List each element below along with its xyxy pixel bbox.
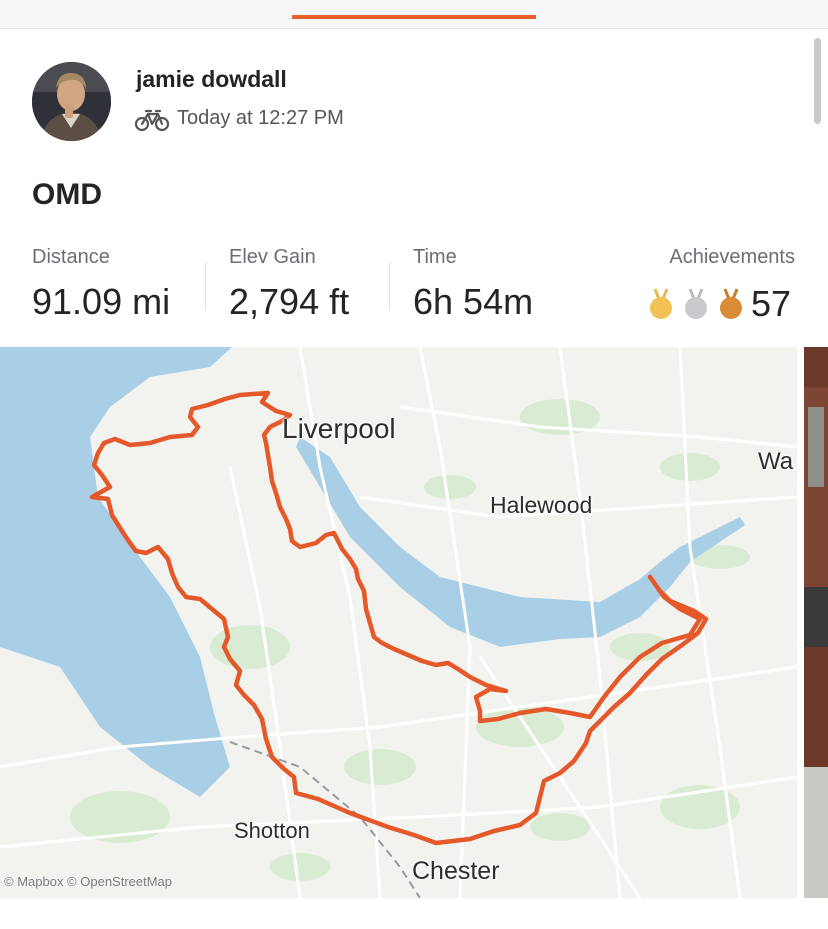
- place-label-wa: Wa: [758, 448, 794, 475]
- time-value: 6h 54m: [413, 281, 534, 322]
- stat-distance: Distance 91.09 mi: [32, 246, 170, 323]
- activity-timestamp: Today at 12:27 PM: [177, 107, 344, 129]
- active-tab-indicator: [292, 15, 536, 19]
- next-media-thumbnail[interactable]: [804, 347, 828, 898]
- achievements[interactable]: 57: [648, 283, 792, 324]
- time-label: Time: [413, 246, 457, 268]
- scrollbar[interactable]: [814, 38, 821, 124]
- map-canvas: [0, 347, 797, 898]
- activity-title[interactable]: OMD: [32, 178, 102, 212]
- achievements-count: 57: [751, 283, 792, 324]
- athlete-name[interactable]: jamie dowdall: [136, 66, 287, 93]
- stat-elev-gain: Elev Gain 2,794 ft: [229, 246, 349, 323]
- bike-icon: [135, 109, 169, 132]
- place-label-liverpool: Liverpool: [282, 413, 396, 444]
- avatar-image: [32, 62, 111, 141]
- achievements-label: Achievements: [669, 246, 795, 268]
- route-map[interactable]: Liverpool Halewood Wa Shotton Chester: [0, 347, 797, 898]
- stat-time: Time 6h 54m: [413, 246, 533, 323]
- top-tab-bar: [0, 0, 828, 29]
- place-label-halewood: Halewood: [490, 492, 593, 518]
- silver-medal-icon: [685, 288, 707, 319]
- elev-gain-label: Elev Gain: [229, 246, 316, 268]
- place-label-chester: Chester: [412, 857, 500, 885]
- stat-divider: [205, 262, 206, 310]
- distance-value: 91.09 mi: [32, 281, 171, 322]
- bronze-medal-icon: [720, 288, 742, 319]
- place-label-shotton: Shotton: [234, 818, 310, 843]
- gold-medal-icon: [650, 288, 672, 319]
- photo-preview: [804, 347, 828, 898]
- stat-divider: [389, 262, 390, 310]
- elev-gain-value: 2,794 ft: [229, 281, 350, 322]
- distance-label: Distance: [32, 246, 110, 268]
- avatar[interactable]: [32, 62, 111, 141]
- map-attribution[interactable]: © Mapbox © OpenStreetMap: [4, 874, 172, 889]
